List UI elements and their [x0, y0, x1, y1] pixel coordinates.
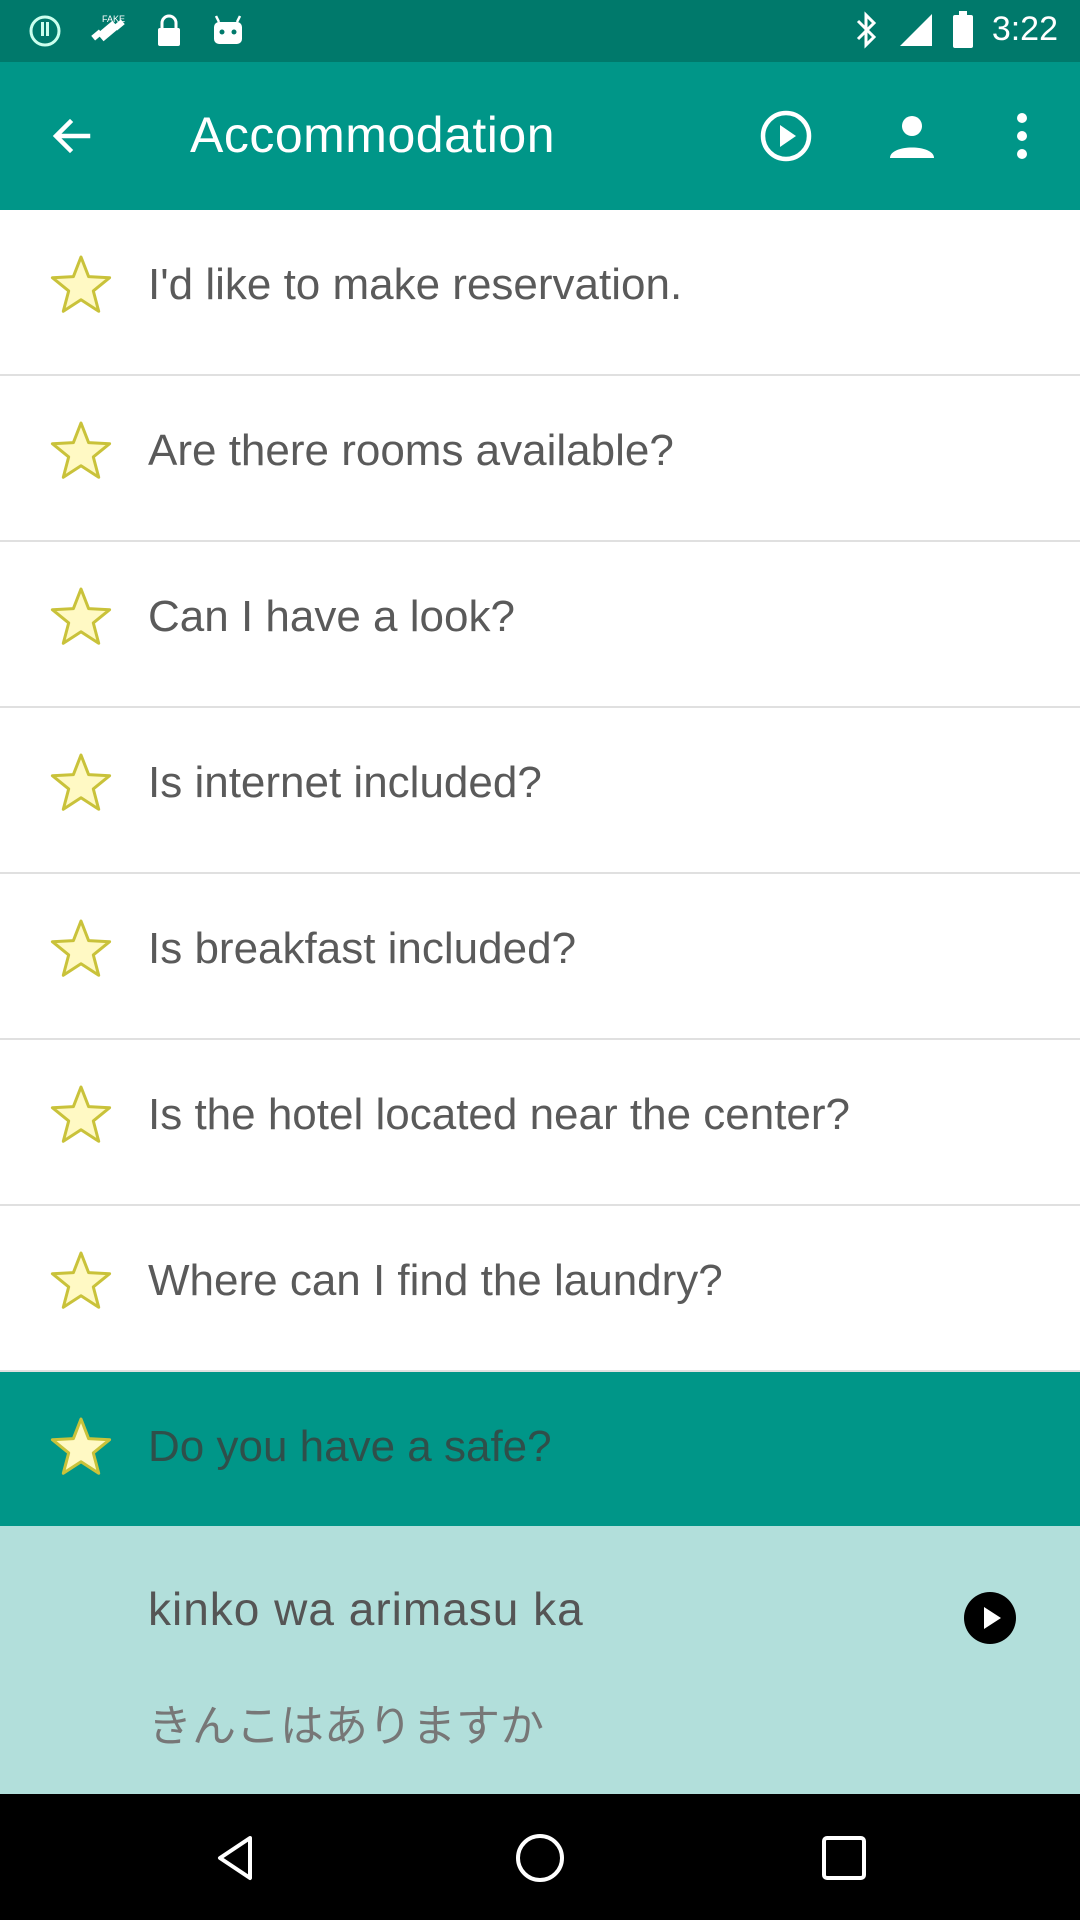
star-icon[interactable]	[48, 1414, 114, 1480]
phrase-row[interactable]: Are there rooms available?	[0, 376, 1080, 542]
phrase-text: I'd like to make reservation.	[148, 260, 683, 309]
back-triangle-icon	[218, 1836, 252, 1880]
phrase-row[interactable]: Is internet included?	[0, 708, 1080, 874]
phrase-row[interactable]: Is the hotel located near the center?	[0, 1040, 1080, 1206]
app-bar: Accommodation	[0, 62, 1080, 210]
phrase-list: I'd like to make reservation. Are there …	[0, 210, 1080, 1536]
phrase-text: Can I have a look?	[148, 592, 515, 641]
play-all-button[interactable]	[756, 106, 816, 166]
alert-circle-icon	[28, 14, 62, 48]
star-icon[interactable]	[48, 252, 114, 318]
signal-icon	[898, 12, 934, 48]
recents-square-icon	[822, 1836, 866, 1880]
android-icon	[210, 14, 246, 48]
phrase-text: Are there rooms available?	[148, 426, 674, 475]
battery-icon	[952, 10, 974, 49]
more-options-button[interactable]	[1000, 106, 1060, 166]
home-circle-icon	[516, 1834, 564, 1882]
status-time: 3:22	[991, 10, 1058, 48]
translation-panel: kinko wa arimasu ka きんこはありますか	[0, 1526, 1080, 1794]
person-icon	[890, 116, 934, 158]
profile-button[interactable]	[882, 106, 942, 166]
arrow-left-icon	[52, 118, 91, 154]
phrase-row[interactable]: Is breakfast included?	[0, 874, 1080, 1040]
nav-back-button[interactable]	[210, 1832, 262, 1884]
fake-gps-satellite-icon: FAKE	[88, 12, 128, 50]
nav-recents-button[interactable]	[818, 1832, 870, 1884]
phrase-text: Is internet included?	[148, 758, 542, 807]
system-nav-bar	[0, 1794, 1080, 1920]
bluetooth-icon	[854, 10, 880, 49]
star-icon[interactable]	[48, 584, 114, 650]
status-left-icons: FAKE	[28, 12, 246, 50]
back-button[interactable]	[44, 108, 100, 164]
star-icon[interactable]	[48, 418, 114, 484]
play-translation-button[interactable]	[962, 1590, 1018, 1646]
star-icon[interactable]	[48, 1248, 114, 1314]
phrase-text: Do you have a safe?	[148, 1422, 552, 1471]
phrase-text: Is the hotel located near the center?	[148, 1090, 851, 1139]
play-circle-icon	[760, 110, 812, 162]
lock-icon	[154, 13, 184, 49]
phrase-row[interactable]: Can I have a look?	[0, 542, 1080, 708]
star-icon[interactable]	[48, 750, 114, 816]
status-bar: FAKE 3:22	[0, 0, 1080, 62]
romaji-text: kinko wa arimasu ka	[148, 1583, 584, 1635]
phrase-row-selected[interactable]: Do you have a safe?	[0, 1372, 1080, 1536]
phrase-row[interactable]: Where can I find the laundry?	[0, 1206, 1080, 1372]
page-title: Accommodation	[190, 107, 555, 163]
nav-home-button[interactable]	[514, 1832, 566, 1884]
star-icon[interactable]	[48, 1082, 114, 1148]
more-vert-icon	[1017, 113, 1027, 159]
phrase-text: Where can I find the laundry?	[148, 1256, 723, 1305]
kana-text: きんこはありますか	[148, 1702, 544, 1751]
play-filled-icon	[964, 1592, 1016, 1644]
star-icon[interactable]	[48, 916, 114, 982]
status-right-icons: 3:22	[854, 10, 1058, 49]
phrase-text: Is breakfast included?	[148, 924, 577, 973]
phrase-row[interactable]: I'd like to make reservation.	[0, 210, 1080, 376]
